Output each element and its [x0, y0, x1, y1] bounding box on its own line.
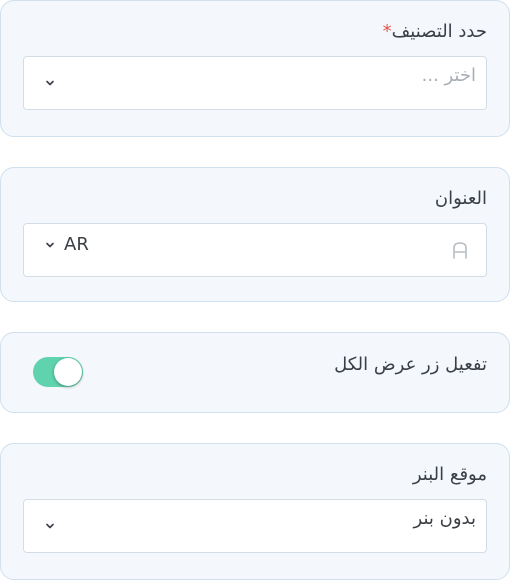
chevron-down-icon — [44, 77, 56, 89]
view-all-label: تفعيل زر عرض الكل — [334, 354, 487, 375]
category-label-text: حدد التصنيف — [391, 21, 487, 42]
category-label: حدد التصنيف* — [381, 21, 487, 42]
title-label: العنوان — [434, 188, 487, 209]
title-card: العنوان AR — [0, 167, 510, 302]
category-placeholder: اختر ... — [421, 65, 476, 86]
banner-position-label: موقع البنر — [412, 464, 487, 485]
chevron-down-icon — [44, 520, 56, 532]
category-card: حدد التصنيف* اختر ... — [0, 0, 510, 137]
text-a-icon — [452, 240, 468, 260]
toggle-knob — [54, 358, 82, 386]
title-input[interactable]: AR — [23, 223, 487, 277]
banner-position-card: موقع البنر بدون بنر — [0, 443, 510, 580]
view-all-card: تفعيل زر عرض الكل — [0, 332, 510, 413]
category-select[interactable]: اختر ... — [23, 56, 487, 110]
language-selector[interactable]: AR — [44, 234, 89, 255]
banner-position-select[interactable]: بدون بنر — [23, 499, 487, 553]
chevron-down-icon — [44, 239, 56, 251]
banner-position-value: بدون بنر — [413, 508, 476, 529]
required-mark: * — [382, 21, 392, 42]
view-all-toggle[interactable] — [33, 357, 83, 387]
language-code: AR — [64, 234, 89, 255]
